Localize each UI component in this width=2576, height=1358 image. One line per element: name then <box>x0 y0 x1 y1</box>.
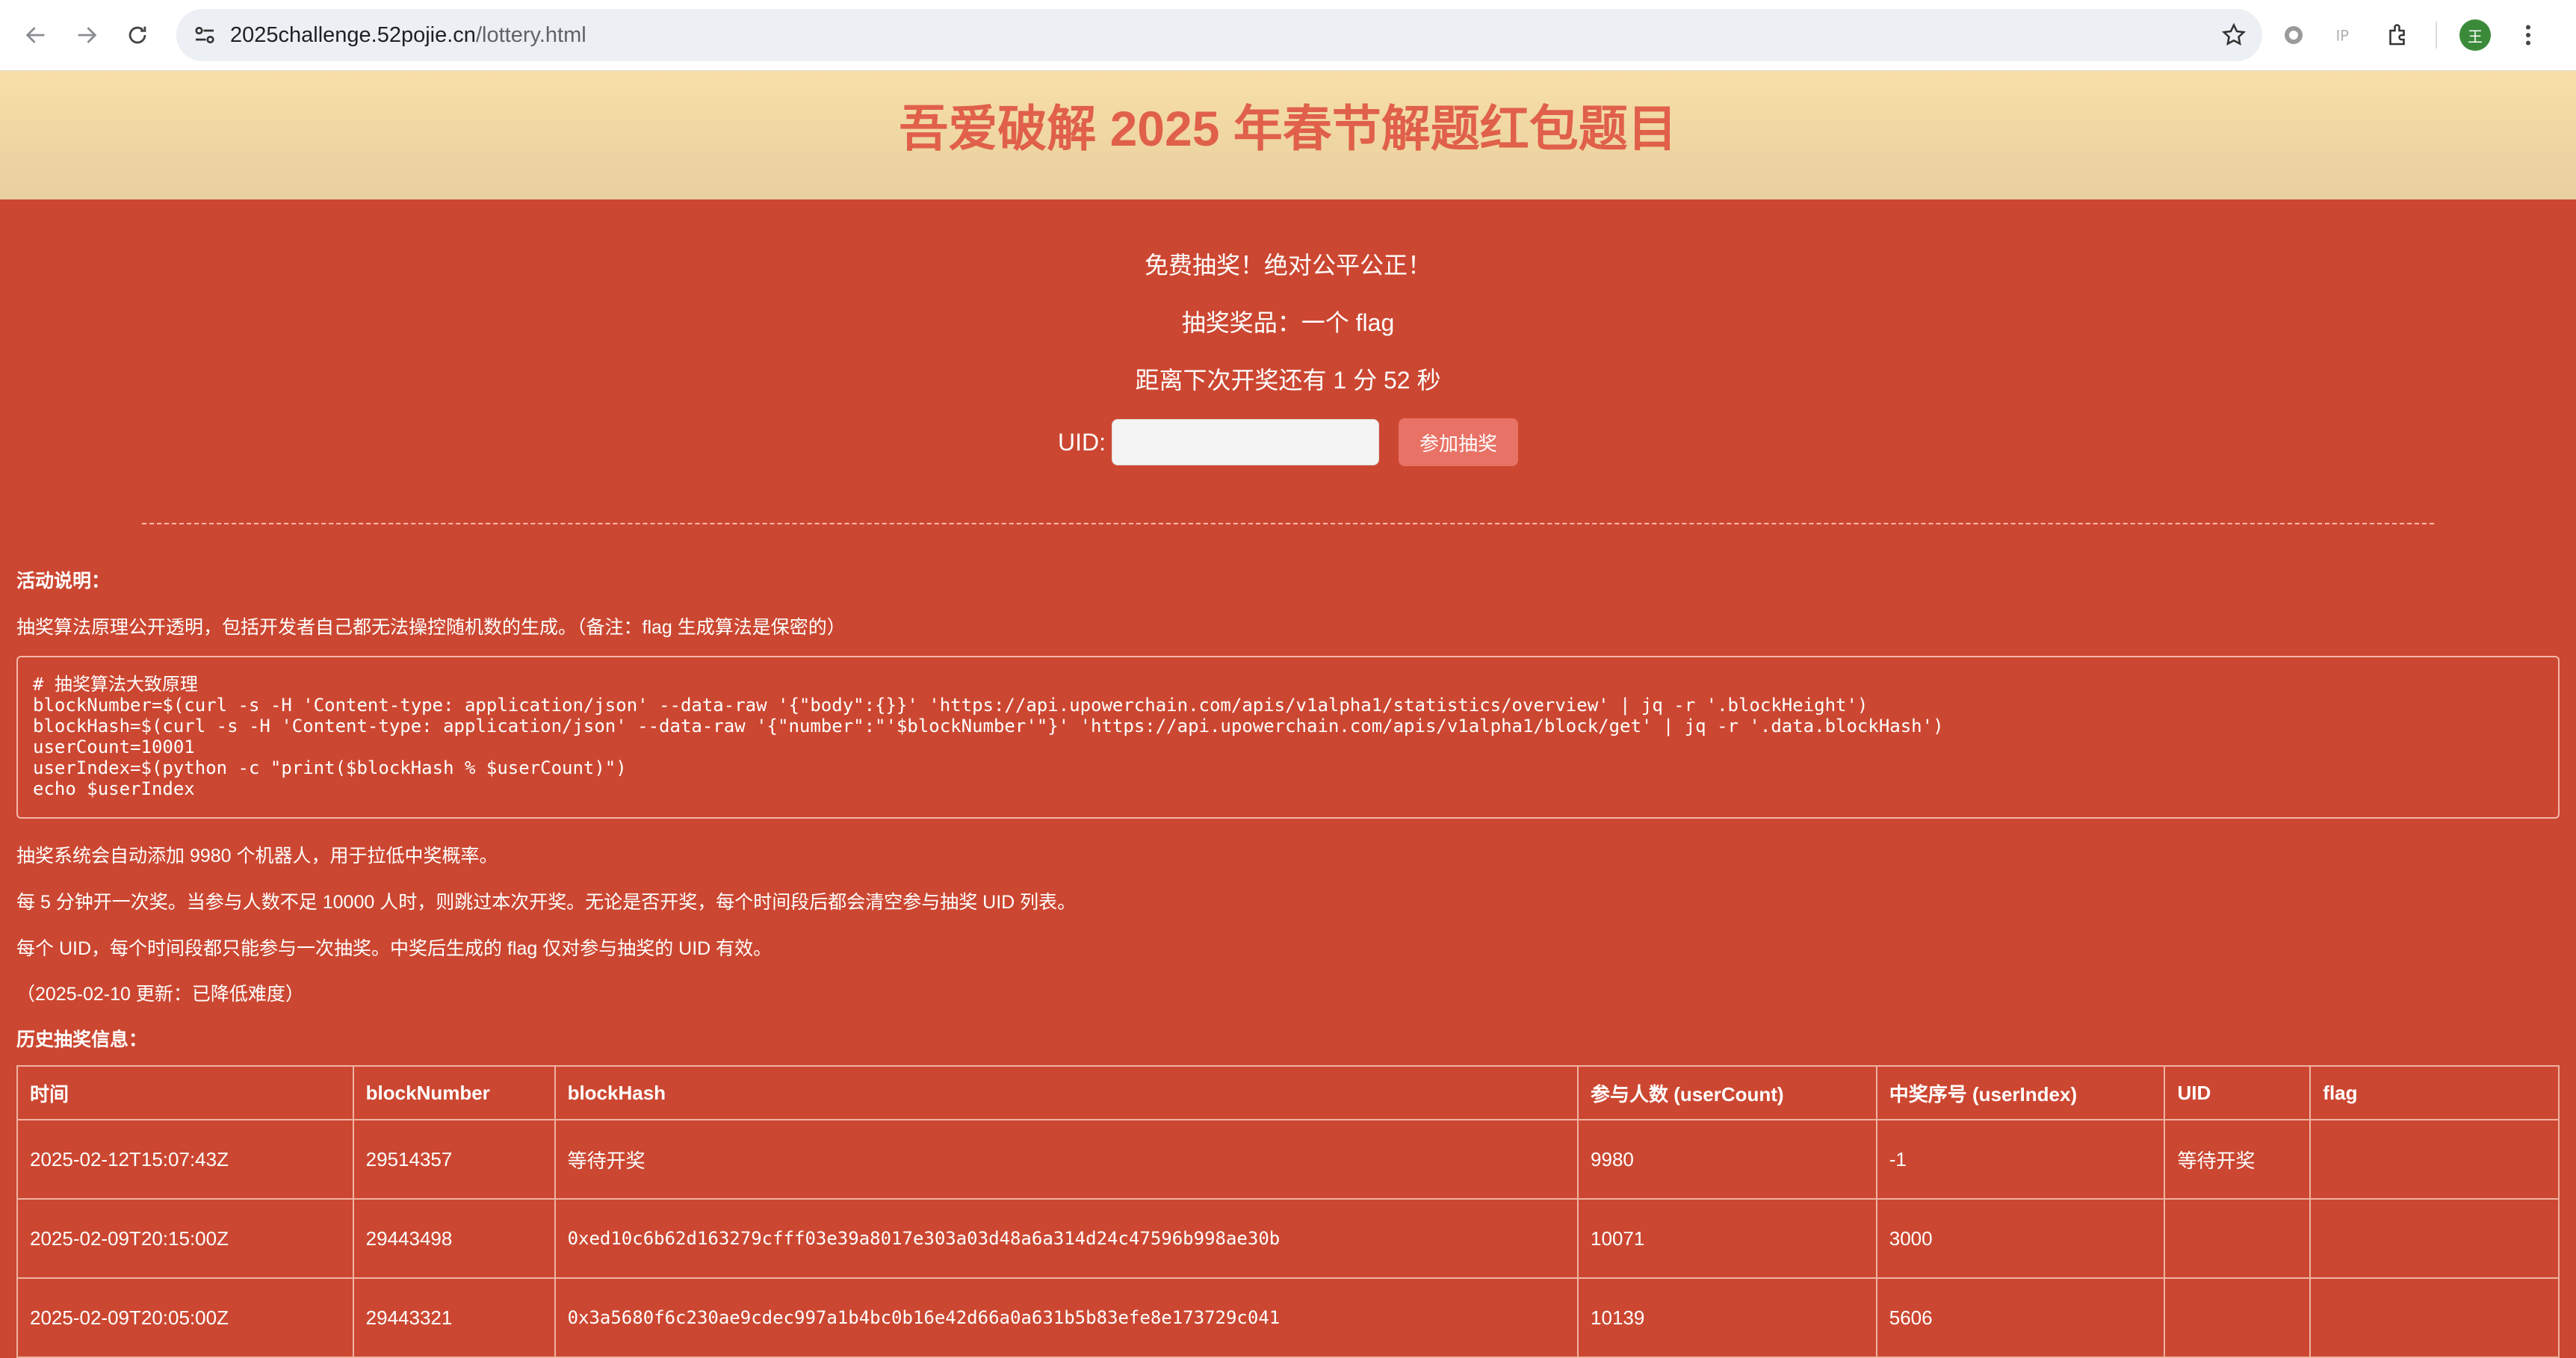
slogan-text: 免费抽奖！绝对公平公正！ <box>1144 252 1431 279</box>
table-row: 2025-02-09T20:15:00Z 29443498 0xed10c6b6… <box>16 1198 2560 1279</box>
countdown-text: 距离下次开奖还有 1 分 52 秒 <box>1135 367 1441 394</box>
cell-block-hash: 0xed10c6b62d163279cfff03e39a8017e303a03d… <box>554 1198 1579 1279</box>
algorithm-code-block: # 抽奖算法大致原理 blockNumber=$(curl -s -H 'Con… <box>16 656 2560 819</box>
table-row: 2025-02-12T15:07:43Z 29514357 等待开奖 9980 … <box>16 1119 2560 1200</box>
browser-menu-icon[interactable] <box>2513 20 2543 50</box>
uid-label: UID: <box>1058 428 1106 456</box>
browser-toolbar: 2025challenge.52pojie.cn/lottery.html IP… <box>0 0 2576 71</box>
column-header-user-index: 中奖序号 (userIndex) <box>1875 1065 2166 1120</box>
page-header: 吾爱破解 2025 年春节解题红包题目 <box>0 71 2576 199</box>
extension-ip-icon[interactable]: IP <box>2331 20 2361 50</box>
toolbar-separator <box>2436 22 2437 49</box>
cell-time: 2025-02-09T20:15:00Z <box>16 1198 354 1279</box>
url-path: /lottery.html <box>475 22 586 47</box>
note-schedule: 每 5 分钟开一次奖。当参与人数不足 10000 人时，则跳过本次开奖。无论是否… <box>16 892 1077 913</box>
extension-circle-icon[interactable] <box>2279 20 2309 50</box>
cell-user-index: -1 <box>1875 1119 2166 1200</box>
page-title: 吾爱破解 2025 年春节解题红包题目 <box>899 101 1677 156</box>
section-divider <box>142 523 2434 524</box>
cell-user-index: 3000 <box>1875 1198 2166 1279</box>
cell-block-hash: 等待开奖 <box>554 1119 1579 1200</box>
cell-block-number: 29443321 <box>352 1277 556 1358</box>
extensions-area: IP 王 <box>2279 0 2566 70</box>
rules-intro: 抽奖算法原理公开透明，包括开发者自己都无法操控随机数的生成。（备注：flag 生… <box>16 617 846 638</box>
reload-icon <box>129 26 146 44</box>
cell-flag <box>2309 1277 2560 1358</box>
forward-arrow-icon <box>78 27 97 43</box>
cell-user-index: 5606 <box>1875 1277 2166 1358</box>
cell-flag <box>2309 1119 2560 1200</box>
url-text[interactable]: 2025challenge.52pojie.cn/lottery.html <box>230 23 586 48</box>
note-update: （2025-02-10 更新：已降低难度） <box>16 984 304 1005</box>
forward-button[interactable] <box>66 14 108 56</box>
back-arrow-icon <box>25 27 45 43</box>
cell-time: 2025-02-09T20:05:00Z <box>16 1277 354 1358</box>
address-bar[interactable]: 2025challenge.52pojie.cn/lottery.html <box>176 9 2262 61</box>
column-header-uid: UID <box>2164 1065 2312 1120</box>
cell-user-count: 10139 <box>1577 1277 1877 1358</box>
cell-user-count: 9980 <box>1577 1119 1877 1200</box>
cell-block-hash: 0x3a5680f6c230ae9cdec997a1b4bc0b16e42d66… <box>554 1277 1579 1358</box>
cell-block-number: 29514357 <box>352 1119 556 1200</box>
column-header-flag: flag <box>2309 1065 2560 1120</box>
site-info-icon[interactable] <box>191 22 218 49</box>
url-host: 2025challenge.52pojie.cn <box>230 22 476 47</box>
rules-heading: 活动说明： <box>16 571 111 592</box>
svg-text:IP: IP <box>2336 28 2350 45</box>
table-row: 2025-02-09T20:05:00Z 29443321 0x3a5680f6… <box>16 1277 2560 1358</box>
note-uid-rule: 每个 UID，每个时间段都只能参与一次抽奖。中奖后生成的 flag 仅对参与抽奖… <box>16 938 773 959</box>
prize-text: 抽奖奖品：一个 flag <box>1181 309 1395 336</box>
column-header-time: 时间 <box>16 1065 354 1120</box>
cell-uid: 等待开奖 <box>2164 1119 2312 1200</box>
profile-avatar[interactable]: 王 <box>2459 19 2491 51</box>
uid-form: UID: 参加抽奖 <box>0 418 2576 466</box>
table-header-row: 时间 blockNumber blockHash 参与人数 (userCount… <box>16 1065 2560 1120</box>
column-header-user-count: 参与人数 (userCount) <box>1577 1065 1877 1120</box>
cell-uid <box>2164 1198 2312 1279</box>
history-table: 时间 blockNumber blockHash 参与人数 (userCount… <box>16 1065 2560 1358</box>
note-robots: 抽奖系统会自动添加 9980 个机器人，用于拉低中奖概率。 <box>16 846 498 866</box>
cell-flag <box>2309 1198 2560 1279</box>
column-header-block-hash: blockHash <box>554 1065 1579 1120</box>
back-button[interactable] <box>15 14 57 56</box>
reload-button[interactable] <box>117 14 158 56</box>
cell-uid <box>2164 1277 2312 1358</box>
column-header-block-number: blockNumber <box>352 1065 556 1120</box>
extensions-puzzle-icon[interactable] <box>2383 20 2413 50</box>
bookmark-star-icon[interactable] <box>2220 22 2247 49</box>
cell-user-count: 10071 <box>1577 1198 1877 1279</box>
cell-time: 2025-02-12T15:07:43Z <box>16 1119 354 1200</box>
history-heading: 历史抽奖信息： <box>16 1029 148 1050</box>
cell-block-number: 29443498 <box>352 1198 556 1279</box>
join-lottery-button[interactable]: 参加抽奖 <box>1399 418 1518 466</box>
uid-input[interactable] <box>1112 419 1379 465</box>
